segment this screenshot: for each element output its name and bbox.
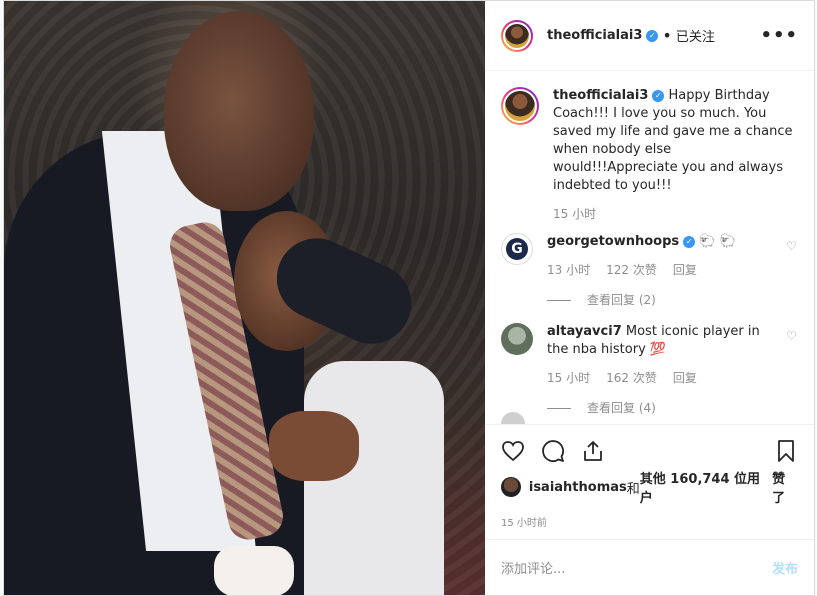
separator-dot: • <box>662 26 672 45</box>
georgetown-logo-icon: G <box>506 238 528 260</box>
add-comment-bar: 添加评论... 发布 <box>485 540 814 595</box>
comment-likes[interactable]: 122 次赞 <box>606 261 657 279</box>
comment-icon[interactable] <box>541 439 565 463</box>
comment-time[interactable]: 13 小时 <box>547 261 590 279</box>
action-bar <box>485 424 814 466</box>
author-avatar[interactable] <box>501 19 533 52</box>
follow-status-button[interactable]: 已关注 <box>676 26 715 45</box>
comment-like-icon[interactable]: ♡ <box>786 239 798 253</box>
comment-like-icon[interactable]: ♡ <box>786 329 798 343</box>
verified-badge-icon: ✓ <box>646 29 659 42</box>
post-dialog: theofficialai3 ✓ • 已关注 ••• theofficialai… <box>3 0 815 596</box>
likes-count[interactable]: 其他 160,744 位用户 <box>640 468 772 506</box>
comment-list[interactable]: theofficialai3 ✓ Happy Birthday Coach!!! … <box>485 71 814 424</box>
comment-username[interactable]: altayavci7 <box>547 324 622 339</box>
altayavci7-avatar[interactable] <box>501 323 533 355</box>
comment-likes[interactable]: 162 次赞 <box>606 369 657 387</box>
comment-item: altayavci7 Most iconic player in the nba… <box>501 323 798 417</box>
comment-emoji: 🐑 🐑 <box>699 234 736 249</box>
likes-suffix: 赞了 <box>772 472 786 506</box>
post-time[interactable]: 15 小时前 <box>485 506 814 540</box>
caption-time[interactable]: 15 小时 <box>553 205 596 223</box>
share-icon[interactable] <box>581 439 605 463</box>
verified-badge-icon: ✓ <box>683 235 696 248</box>
heart-icon[interactable] <box>501 439 525 463</box>
likes-summary: isaiahthomas 和 其他 160,744 位用户 赞了 <box>485 466 814 506</box>
post-header: theofficialai3 ✓ • 已关注 ••• <box>485 1 814 71</box>
liker-avatar[interactable] <box>501 477 521 497</box>
caption-avatar[interactable] <box>501 87 539 125</box>
post-comment-button[interactable]: 发布 <box>772 558 798 577</box>
georgetown-avatar[interactable]: G <box>501 233 533 265</box>
verified-badge-icon: ✓ <box>652 89 665 102</box>
comment-input[interactable]: 添加评论... <box>501 558 565 577</box>
reply-button[interactable]: 回复 <box>673 261 697 279</box>
caption-username[interactable]: theofficialai3 <box>553 88 648 103</box>
liker-username[interactable]: isaiahthomas <box>529 480 627 495</box>
comment-username[interactable]: georgetownhoops <box>547 234 679 249</box>
caption: theofficialai3 ✓ Happy Birthday Coach!!! … <box>501 87 798 223</box>
comment-emoji: 💯 <box>649 342 667 357</box>
view-replies-button[interactable]: 查看回复 (4) <box>547 399 778 417</box>
reply-button[interactable]: 回复 <box>673 369 697 387</box>
post-sidebar: theofficialai3 ✓ • 已关注 ••• theofficialai… <box>485 1 814 595</box>
more-options-icon[interactable]: ••• <box>760 25 798 46</box>
likes-conjunction: 和 <box>626 481 640 497</box>
comment-item: G georgetownhoops ✓ 🐑 🐑 13 小时 122 次赞 回复 查… <box>501 233 798 309</box>
caption-text: Happy Birthday Coach!!! I love you so mu… <box>553 88 793 193</box>
view-replies-button[interactable]: 查看回复 (2) <box>547 291 778 309</box>
bookmark-icon[interactable] <box>774 439 798 463</box>
comment-time[interactable]: 15 小时 <box>547 369 590 387</box>
post-photo[interactable] <box>4 1 485 595</box>
author-username[interactable]: theofficialai3 <box>547 28 642 43</box>
